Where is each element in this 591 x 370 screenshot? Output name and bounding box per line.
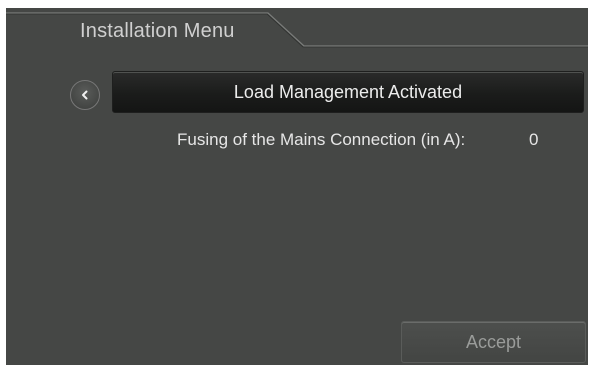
accept-label: Accept (465, 331, 522, 352)
page-title: Installation Menu (80, 20, 235, 42)
accept-button[interactable]: Accept (401, 321, 586, 363)
load-management-label: Load Management Activated (233, 81, 463, 102)
mains-fusing-label: Fusing of the Mains Connection (in A): (177, 130, 466, 149)
back-button[interactable] (70, 80, 100, 110)
load-management-toggle-button[interactable]: Load Management Activated (112, 71, 584, 113)
mains-fusing-value[interactable]: 0 (529, 130, 538, 150)
installation-menu-screen: Installation Menu Load Management Activa… (6, 8, 588, 365)
chevron-left-icon (82, 90, 88, 100)
